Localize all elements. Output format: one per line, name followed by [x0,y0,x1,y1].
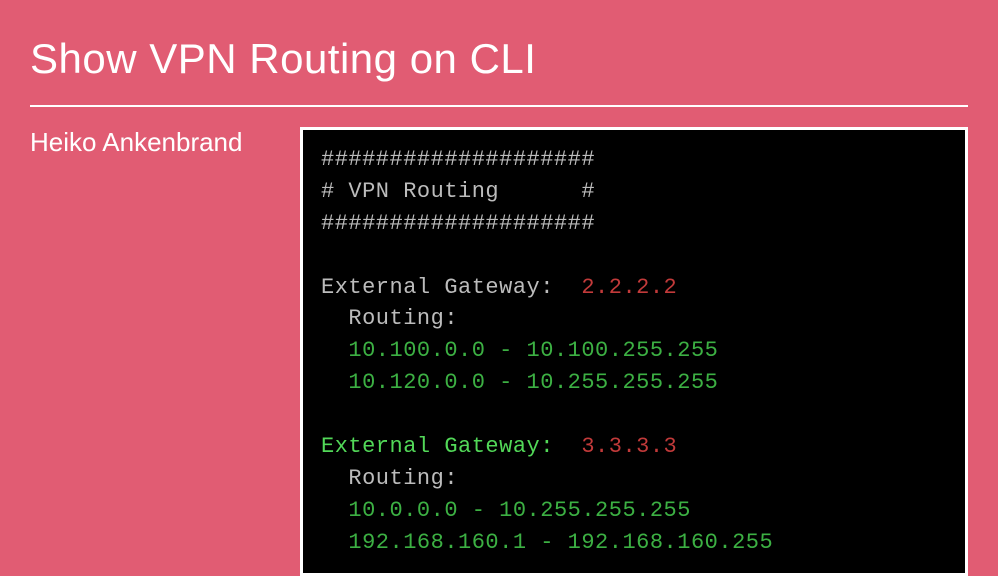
route-entry: 10.0.0.0 - 10.255.255.255 [348,498,691,523]
gateway-value: 3.3.3.3 [581,434,677,459]
route-entry [321,530,348,555]
route-entry [321,338,348,363]
gateway-label: External Gateway: [321,434,554,459]
gateway-value: 2.2.2.2 [581,275,677,300]
routing-label [321,466,348,491]
route-entry: 192.168.160.1 - 192.168.160.255 [348,530,773,555]
author-name: Heiko Ankenbrand [30,127,270,158]
page-title: Show VPN Routing on CLI [30,35,968,83]
routing-label [321,306,348,331]
routing-label: Routing: [348,466,458,491]
route-entry: 10.100.0.0 - 10.100.255.255 [348,338,718,363]
slide-container: Show VPN Routing on CLI Heiko Ankenbrand… [0,0,998,553]
route-entry [321,498,348,523]
banner-line: #################### [321,211,595,236]
routing-label: Routing: [348,306,458,331]
route-entry: 10.120.0.0 - 10.255.255.255 [348,370,718,395]
content-row: Heiko Ankenbrand #################### # … [30,127,968,576]
banner-line: # VPN Routing # [321,179,595,204]
banner-line: #################### [321,147,595,172]
route-entry [321,370,348,395]
title-divider [30,105,968,107]
gateway-label: External Gateway: [321,275,554,300]
terminal-output: #################### # VPN Routing # ###… [300,127,968,576]
